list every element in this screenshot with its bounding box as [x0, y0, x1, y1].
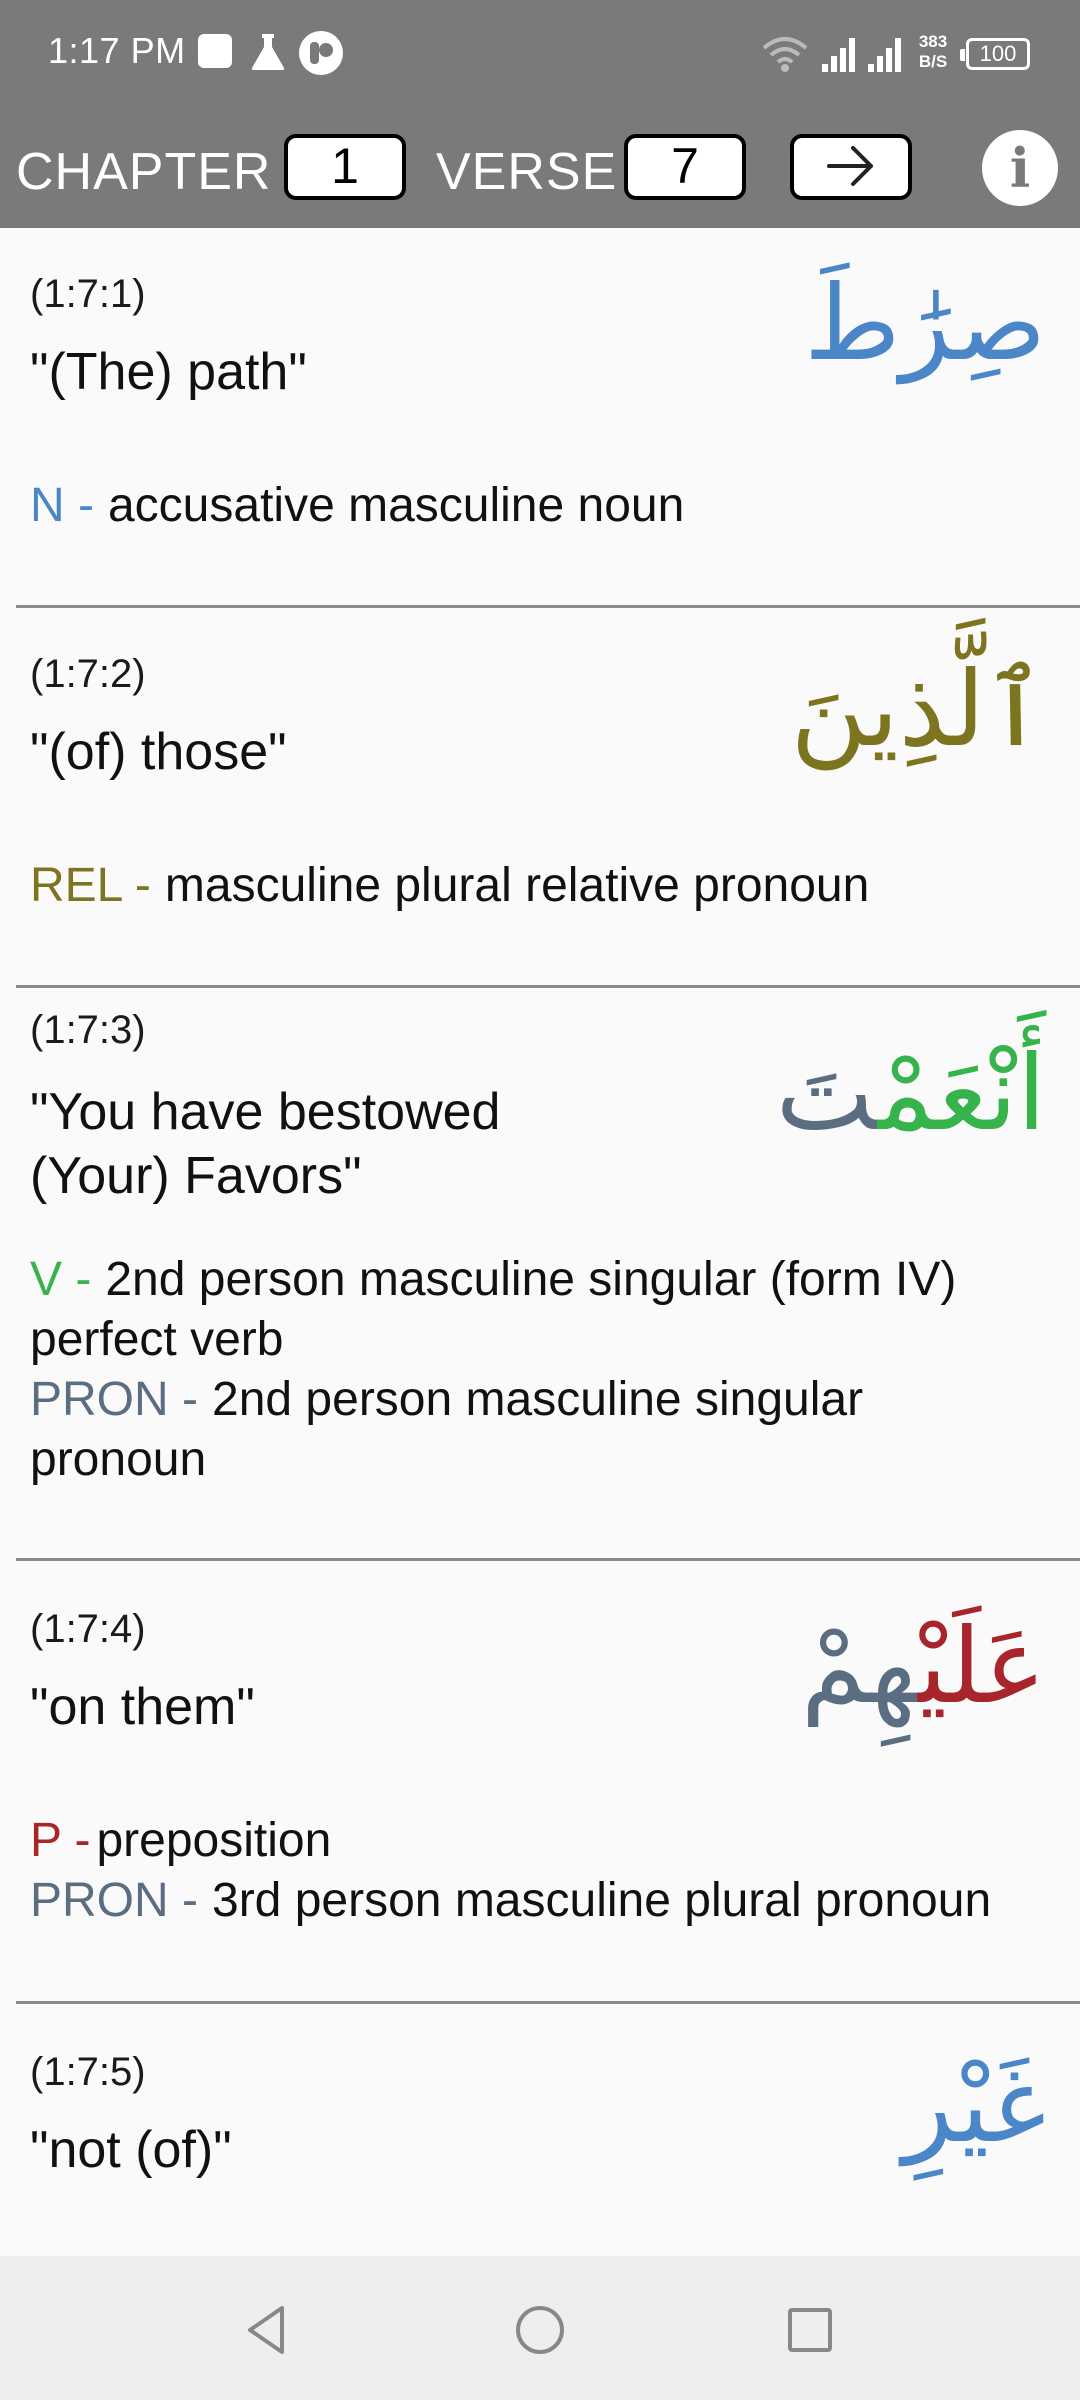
status-time: 1:17 PM [48, 30, 186, 71]
network-speed: 383 B/S [912, 32, 954, 80]
arabic-word: ٱلَّذِينَ [790, 648, 1046, 770]
word-entry-5[interactable]: (1:7:5) "not (of)" غَيْرِ [0, 2004, 1080, 2256]
pos-tag: PRON - [30, 1874, 198, 1927]
word-reference: (1:7:1) [30, 272, 146, 316]
network-speed-unit: B/S [918, 52, 948, 71]
notification-square-icon [198, 34, 232, 68]
info-button[interactable]: i [982, 130, 1058, 206]
morphology: N - accusative masculine noun [30, 476, 1050, 536]
morphology-line-preposition: P - preposition [30, 1811, 1050, 1871]
pos-description: preposition [96, 1814, 332, 1867]
home-circle-icon[interactable] [510, 2300, 570, 2360]
go-button[interactable] [790, 134, 912, 200]
arabic-word: أَنْعَمْتَ [776, 1028, 1046, 1158]
pos-tag: PRON - [30, 1373, 198, 1426]
network-speed-value: 383 [918, 32, 948, 51]
navigation-toolbar: CHAPTER 1 VERSE 7 i [0, 108, 1080, 228]
word-gloss: "(of) those" [30, 723, 287, 781]
pos-tag: V - [30, 1253, 92, 1306]
info-icon: i [1009, 136, 1031, 200]
word-reference: (1:7:2) [30, 652, 146, 696]
flask-icon [251, 34, 285, 70]
chapter-label: CHAPTER [16, 143, 272, 201]
word-gloss: "(The) path" [30, 343, 307, 401]
word-entry-4[interactable]: (1:7:4) "on them" عَلَيْهِمْ P - preposit… [0, 1561, 1080, 2003]
back-triangle-icon[interactable] [236, 2300, 296, 2360]
word-gloss-line-2: (Your) Favors" [30, 1147, 362, 1205]
wifi-icon [762, 37, 808, 72]
word-entry-3[interactable]: (1:7:3) "You have bestowed (Your) Favors… [0, 988, 1080, 1560]
pos-description: 2nd person masculine singular (form IV) … [30, 1253, 957, 1366]
morphology: P - preposition PRON - 3rd person masculin… [30, 1811, 1050, 1931]
status-bar: 1:17 PM 383 B/S 100 [0, 0, 1080, 108]
word-gloss: "not (of)" [30, 2121, 232, 2179]
battery-indicator: 100 [960, 38, 1030, 70]
morphology-line-pronoun: PRON - 3rd person masculine plural pronou… [30, 1871, 1050, 1931]
pos-description: accusative masculine noun [107, 479, 685, 532]
signal-icon [822, 38, 855, 72]
app-notification-icon [299, 31, 343, 75]
pos-tag: P - [30, 1814, 91, 1867]
word-gloss: "You have bestowed (Your) Favors" [30, 1080, 500, 1208]
word-gloss: "on them" [30, 1678, 255, 1736]
arabic-pronoun-part: هِمْ [800, 1605, 919, 1727]
system-nav-bar [0, 2256, 1080, 2400]
morphology: REL - masculine plural relative pronoun [30, 856, 1050, 916]
verse-input[interactable]: 7 [624, 134, 746, 200]
arabic-word: عَلَيْهِمْ [801, 1601, 1046, 1731]
arabic-word: غَيْرِ [902, 2044, 1046, 2166]
word-reference: (1:7:3) [30, 1008, 146, 1052]
pos-description: masculine plural relative pronoun [164, 859, 870, 912]
chapter-input[interactable]: 1 [284, 134, 406, 200]
pos-description: 3rd person masculine plural pronoun [212, 1874, 992, 1927]
arrow-right-icon [827, 146, 873, 186]
word-reference: (1:7:5) [30, 2050, 146, 2094]
word-entry-1[interactable]: (1:7:1) "(The) path" صِرَٰطَ N - accusati… [0, 228, 1080, 608]
arabic-verb-part: أَنْعَمْ [877, 1032, 1046, 1154]
word-entry-2[interactable]: (1:7:2) "(of) those" ٱلَّذِينَ REL - masc… [0, 608, 1080, 988]
verse-label: VERSE [436, 143, 618, 201]
word-gloss-line-1: "You have bestowed [30, 1083, 501, 1141]
morphology: V -2nd person masculine singular (form I… [30, 1250, 1050, 1490]
pos-tag: REL - [30, 859, 151, 912]
morphology-line-pronoun: PRON -2nd person masculine singular pron… [30, 1370, 1050, 1490]
pos-tag: N - [30, 479, 94, 532]
word-reference: (1:7:4) [30, 1607, 146, 1651]
arabic-word: صِرَٰطَ [804, 262, 1046, 384]
signal-icon-2 [868, 38, 901, 72]
arabic-pronoun-part: تَ [775, 1032, 878, 1154]
arabic-preposition-part: عَلَيْ [918, 1605, 1046, 1727]
recents-square-icon[interactable] [780, 2300, 840, 2360]
morphology-line-verb: V -2nd person masculine singular (form I… [30, 1250, 1050, 1370]
